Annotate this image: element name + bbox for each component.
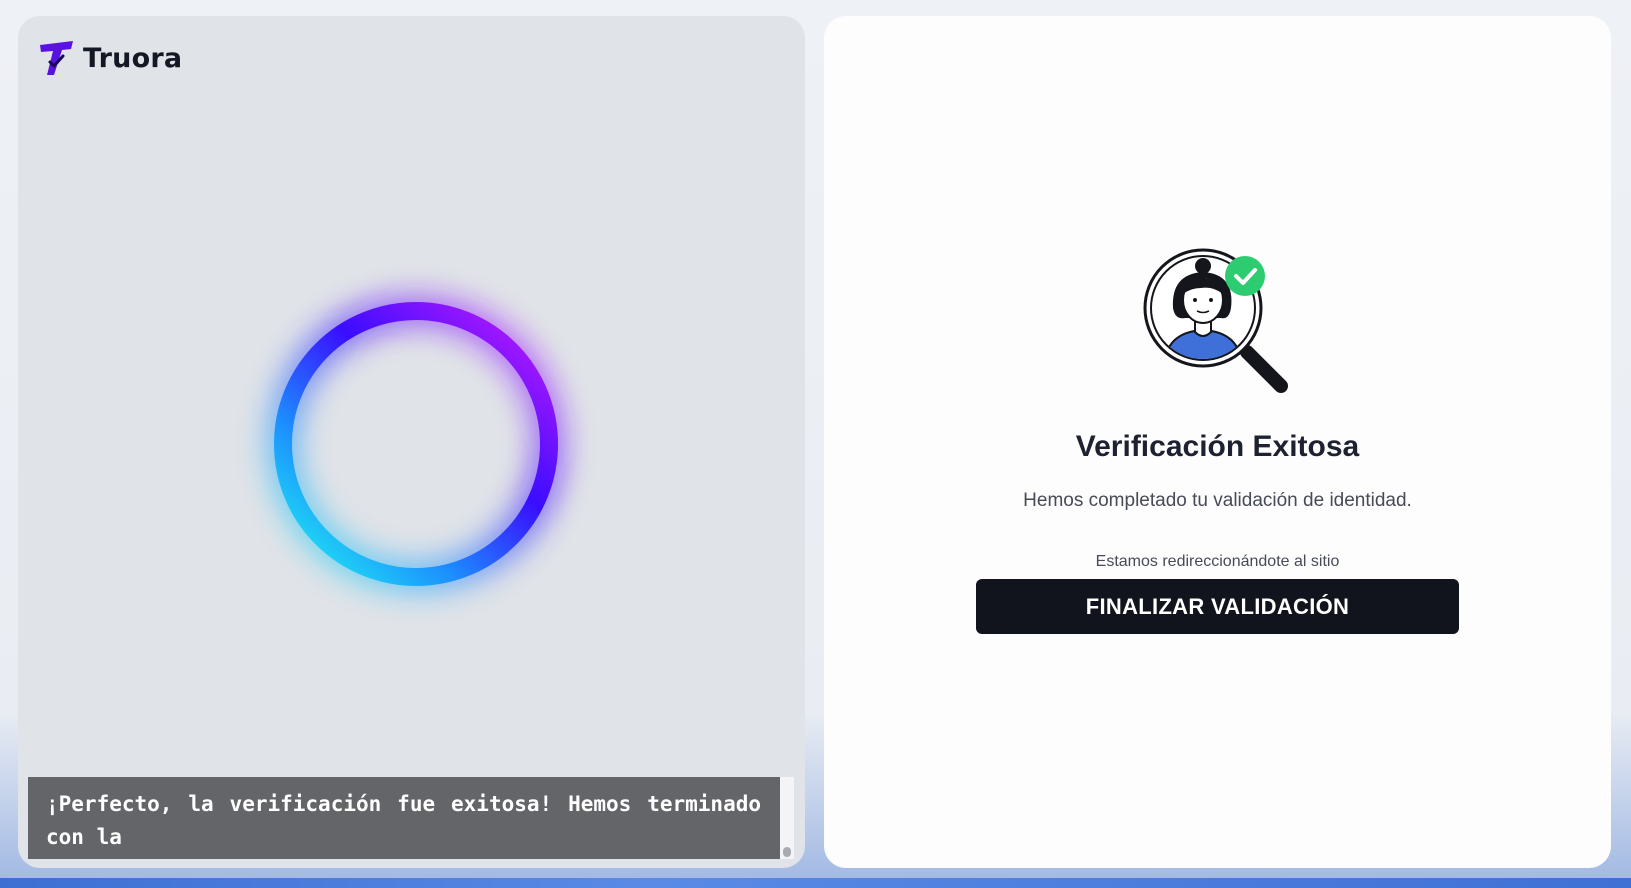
video-panel: Truora ¡Perfecto, la verificación fue ex… — [18, 16, 805, 868]
scrollbar-thumb[interactable] — [783, 847, 791, 857]
verified-person-magnifier-icon — [1143, 248, 1295, 400]
caption-scrollbar[interactable] — [780, 777, 794, 859]
redirect-text: Estamos redireccionándote al sitio — [1095, 553, 1340, 570]
gradient-ring-indicator — [231, 259, 601, 629]
subtitle-text: Hemos completado tu validación de identi… — [1023, 490, 1412, 511]
finish-validation-button[interactable]: FINALIZAR VALIDACIÓN — [976, 579, 1459, 634]
caption-text: ¡Perfecto, la verificación fue exitosa! … — [46, 792, 761, 849]
caption-box: ¡Perfecto, la verificación fue exitosa! … — [28, 777, 780, 859]
brand-name: Truora — [83, 42, 183, 74]
truora-logo-icon — [40, 41, 73, 75]
result-panel: Verificación Exitosa Hemos completado tu… — [824, 16, 1611, 868]
truora-logo: Truora — [37, 38, 182, 78]
window-bottom-edge — [0, 878, 1631, 888]
page-title: Verificación Exitosa — [1075, 430, 1360, 463]
